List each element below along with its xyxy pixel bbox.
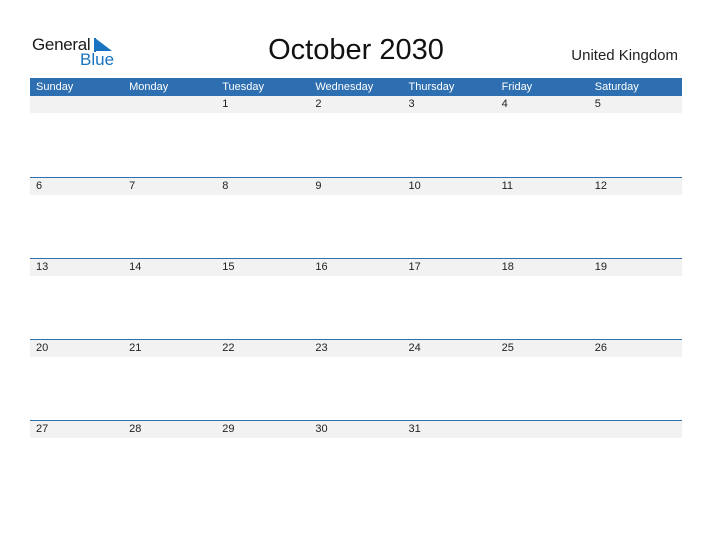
day-cell xyxy=(30,96,123,113)
day-cell xyxy=(589,421,682,438)
day-cell: 24 xyxy=(408,342,421,354)
day-cell: 29 xyxy=(222,423,235,435)
day-cell: 4 xyxy=(501,98,508,110)
day-cell: 17 xyxy=(408,261,421,273)
day-cell: 6 xyxy=(36,180,43,192)
day-cell: 5 xyxy=(594,98,601,110)
country-label: United Kingdom xyxy=(571,47,678,64)
weekday-wednesday: Wednesday xyxy=(315,81,374,93)
weekday-header: Sunday Monday Tuesday Wednesday Thursday… xyxy=(30,78,682,96)
day-cell xyxy=(496,421,589,438)
week-row-2: 6 7 8 9 10 11 12 xyxy=(30,177,682,195)
day-cell: 26 xyxy=(594,342,607,354)
day-cell: 19 xyxy=(594,261,607,273)
day-cell: 10 xyxy=(408,180,421,192)
day-cell: 2 xyxy=(315,98,322,110)
weekday-friday: Friday xyxy=(501,81,533,93)
day-cell: 3 xyxy=(408,98,415,110)
day-cell: 8 xyxy=(222,180,229,192)
day-cell: 13 xyxy=(36,261,49,273)
day-cell: 28 xyxy=(129,423,142,435)
day-cell: 18 xyxy=(501,261,514,273)
day-cell: 11 xyxy=(501,180,514,192)
day-cell: 14 xyxy=(129,261,142,273)
day-cell: 31 xyxy=(408,423,421,435)
day-cell: 7 xyxy=(129,180,136,192)
day-cell: 27 xyxy=(36,423,49,435)
weekday-sunday: Sunday xyxy=(36,81,74,93)
week-row-4: 20 21 22 23 24 25 26 xyxy=(30,339,682,357)
weekday-tuesday: Tuesday xyxy=(222,81,265,93)
day-cell: 16 xyxy=(315,261,328,273)
day-cell: 12 xyxy=(594,180,607,192)
day-cell: 20 xyxy=(36,342,49,354)
day-cell: 9 xyxy=(315,180,322,192)
day-cell: 23 xyxy=(315,342,328,354)
day-cell: 21 xyxy=(129,342,142,354)
weekday-thursday: Thursday xyxy=(408,81,455,93)
day-cell: 1 xyxy=(222,98,229,110)
day-cell: 25 xyxy=(501,342,514,354)
week-row-1: 1 2 3 4 5 xyxy=(30,96,682,113)
day-cell xyxy=(123,96,216,113)
week-row-3: 13 14 15 16 17 18 19 xyxy=(30,258,682,276)
weekday-monday: Monday xyxy=(129,81,169,93)
day-cell: 22 xyxy=(222,342,235,354)
week-row-5: 27 28 29 30 31 xyxy=(30,420,682,438)
day-cell: 30 xyxy=(315,423,328,435)
weekday-saturday: Saturday xyxy=(594,81,639,93)
day-cell: 15 xyxy=(222,261,235,273)
